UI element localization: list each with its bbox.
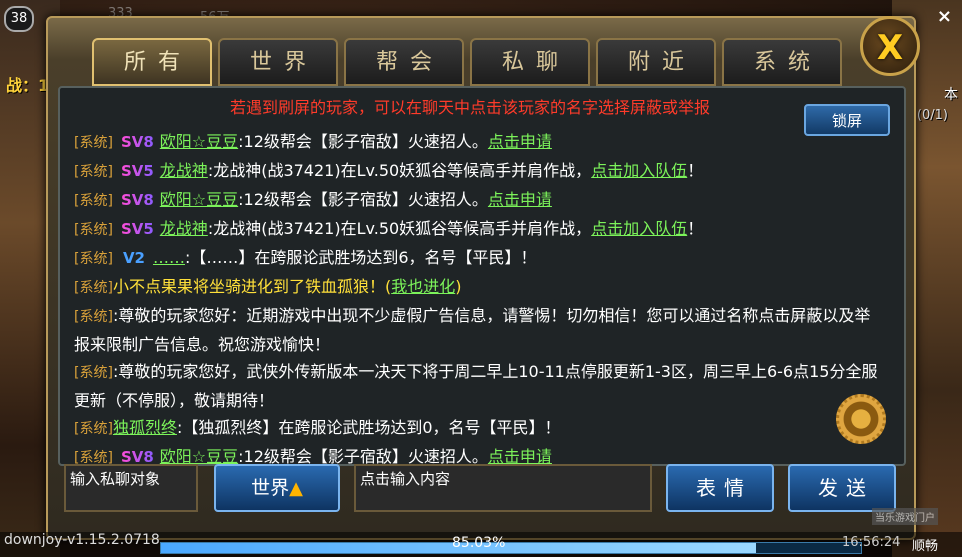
- system-tag: [系统]: [74, 280, 113, 296]
- message-text: 小不点果果将坐骑进化到了铁血孤狼！(: [112, 277, 392, 296]
- message-suffix: ！: [687, 161, 704, 180]
- join-team-link[interactable]: 点击加入队伍: [591, 219, 687, 238]
- player-level-badge: 38: [4, 6, 34, 32]
- vip-badge: SV5: [121, 158, 154, 185]
- list-item: [系统]小不点果果将坐骑进化到了铁血孤狼！(我也进化): [74, 273, 884, 302]
- chat-log[interactable]: 若遇到刷屏的玩家，可以在聊天中点击该玩家的名字选择屏蔽或举报 锁屏 [系统] SV…: [58, 86, 906, 466]
- message-text: :尊敬的玩家您好，武侠外传新版本一决天下将于周二早上10-11点停服更新1-3区…: [74, 362, 878, 410]
- window-close-icon[interactable]: ×: [937, 6, 952, 27]
- list-item: [系统] SV5 龙战神:龙战神(战37421)在Lv.50妖狐谷等候高手并肩作战，…: [74, 215, 884, 244]
- notice-text: 若遇到刷屏的玩家，可以在聊天中点击该玩家的名字选择屏蔽或举报: [229, 98, 710, 117]
- list-item: [系统] SV8 欧阳☆豆豆:12级帮会【影子宿敌】火速招人。点击申请: [74, 128, 884, 157]
- watermark: 当乐游戏门户: [872, 508, 938, 525]
- player-name-link[interactable]: ……: [153, 248, 185, 267]
- network-status: 顺畅: [912, 539, 939, 554]
- message-text: :龙战神(战37421)在Lv.50妖狐谷等候高手并肩作战，: [207, 161, 592, 180]
- message-input[interactable]: 点击输入内容: [354, 464, 652, 512]
- message-suffix: ！: [687, 219, 704, 238]
- player-name-link[interactable]: 独孤烈终: [113, 418, 177, 437]
- message-text: :龙战神(战37421)在Lv.50妖狐谷等候高手并肩作战，: [207, 219, 592, 238]
- vip-badge: SV8: [121, 129, 154, 156]
- list-item: [系统]:尊敬的玩家您好：近期游戏中出现不少虚假广告信息，请警惕！切勿相信！您可…: [74, 302, 884, 358]
- list-item: [系统]:尊敬的玩家您好，武侠外传新版本一决天下将于周二早上10-11点停服更新…: [74, 358, 884, 414]
- vip-badge: SV5: [121, 216, 154, 243]
- clock: 16:56:24: [842, 535, 901, 550]
- message-suffix: ): [455, 277, 462, 296]
- chat-panel: 所有 世界 帮会 私聊 附近 系统 X 若遇到刷屏的玩家，可以在聊天中点击该玩家…: [46, 16, 920, 540]
- evolve-link[interactable]: 我也进化: [391, 277, 455, 296]
- system-tag: [系统]: [74, 421, 113, 437]
- triangle-up-icon: ▲: [289, 478, 303, 499]
- version-label: downjoy-v1.15.2.0718: [4, 532, 160, 548]
- player-name-link[interactable]: 欧阳☆豆豆: [160, 190, 238, 209]
- join-team-link[interactable]: 点击加入队伍: [591, 161, 687, 180]
- message-list: [系统] SV8 欧阳☆豆豆:12级帮会【影子宿敌】火速招人。点击申请 [系统] SV…: [74, 128, 884, 472]
- message-text: :12级帮会【影子宿敌】火速招人。: [238, 190, 488, 209]
- loading-progress-bar: [160, 542, 862, 554]
- system-tag: [系统]: [74, 309, 113, 325]
- side-label: 本: [944, 87, 958, 103]
- player-name-link[interactable]: 欧阳☆豆豆: [160, 132, 238, 151]
- player-name-link[interactable]: 龙战神: [160, 161, 208, 180]
- list-item: [系统] SV5 龙战神:龙战神(战37421)在Lv.50妖狐谷等候高手并肩作战，…: [74, 157, 884, 186]
- list-item: [系统] V2 ……:【……】在跨服论武胜场达到6，名号【平民】！: [74, 244, 884, 273]
- emote-button[interactable]: 表情: [666, 464, 774, 512]
- close-button[interactable]: X: [860, 16, 920, 76]
- progress-text: 85.03%: [452, 535, 506, 551]
- system-tag: [系统]: [74, 193, 113, 209]
- system-tag: [系统]: [74, 365, 113, 381]
- system-tag: [系统]: [74, 135, 113, 151]
- settings-gear-icon[interactable]: [836, 394, 886, 444]
- system-tag: [系统]: [74, 222, 113, 238]
- player-name-link[interactable]: 龙战神: [160, 219, 208, 238]
- message-text: :12级帮会【影子宿敌】火速招人。: [238, 132, 488, 151]
- side-counter: (0/1): [916, 108, 948, 123]
- message-text: :尊敬的玩家您好：近期游戏中出现不少虚假广告信息，请警惕！切勿相信！您可以通过名…: [74, 306, 871, 354]
- channel-label: 世界: [251, 477, 290, 499]
- vip-badge: V2: [122, 249, 145, 267]
- channel-select-button[interactable]: 世界▲: [214, 464, 340, 512]
- list-item: [系统] SV8 欧阳☆豆豆:12级帮会【影子宿敌】火速招人。点击申请: [74, 186, 884, 215]
- tab-system[interactable]: 系统: [722, 38, 842, 86]
- apply-link[interactable]: 点击申请: [488, 132, 552, 151]
- apply-link[interactable]: 点击申请: [488, 190, 552, 209]
- send-button[interactable]: 发送: [788, 464, 896, 512]
- list-item: [系统]独孤烈终:【独孤烈终】在跨服论武胜场达到0，名号【平民】！: [74, 414, 884, 443]
- vip-badge: SV8: [121, 187, 154, 214]
- private-target-input[interactable]: 输入私聊对象: [64, 464, 198, 512]
- system-tag: [系统]: [74, 164, 113, 180]
- tab-world[interactable]: 世界: [218, 38, 338, 86]
- message-text: :【……】在跨服论武胜场达到6，名号【平民】！: [184, 248, 537, 267]
- chat-tabs: 所有 世界 帮会 私聊 附近 系统: [92, 38, 842, 86]
- tab-guild[interactable]: 帮会: [344, 38, 464, 86]
- message-text: :【独孤烈终】在跨服论武胜场达到0，名号【平民】！: [176, 418, 561, 437]
- system-tag: [系统]: [74, 251, 113, 267]
- tab-all[interactable]: 所有: [92, 38, 212, 86]
- tab-nearby[interactable]: 附近: [596, 38, 716, 86]
- tab-private[interactable]: 私聊: [470, 38, 590, 86]
